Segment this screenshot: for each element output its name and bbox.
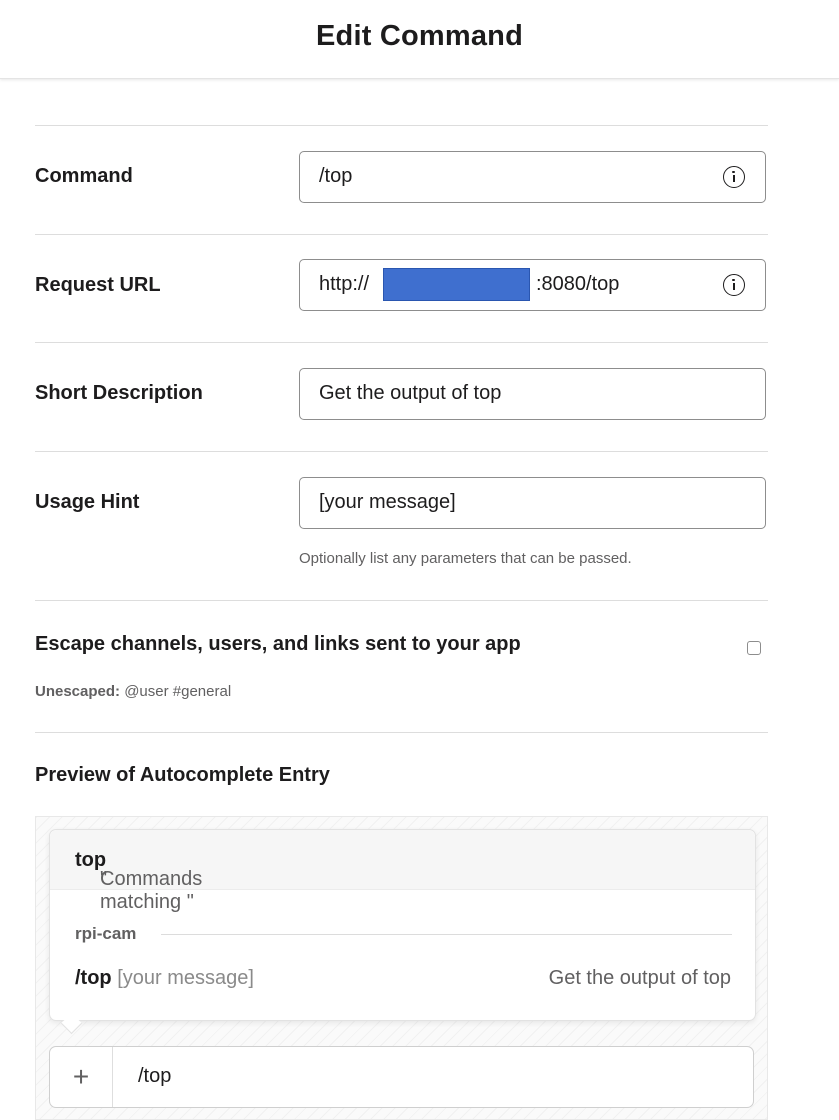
- usage-hint-label: Usage Hint: [35, 491, 140, 513]
- short-description-value: Get the output of top: [319, 382, 502, 404]
- request-url-label: Request URL: [35, 274, 161, 296]
- divider: [35, 342, 768, 343]
- escape-checkbox[interactable]: [747, 641, 761, 655]
- unescaped-value: @user #general: [120, 683, 232, 700]
- divider: [35, 234, 768, 235]
- composer-text: /top: [138, 1065, 172, 1087]
- autocomplete-command: /top: [75, 967, 112, 989]
- plus-icon[interactable]: +: [50, 1047, 113, 1107]
- page-header: Edit Command: [0, 0, 839, 79]
- request-url-suffix: :8080/top: [536, 273, 620, 295]
- message-composer[interactable]: + /top: [49, 1046, 754, 1108]
- usage-hint-value: [your message]: [319, 491, 456, 513]
- escape-label: Escape channels, users, and links sent t…: [35, 633, 521, 655]
- info-icon[interactable]: [723, 274, 745, 296]
- page-title: Edit Command: [315, 20, 523, 52]
- divider: [35, 600, 768, 601]
- autocomplete-description: Get the output of top: [548, 967, 731, 989]
- autocomplete-header: Commands matching " top ": [50, 830, 755, 913]
- unescaped-label: Unescaped:: [35, 683, 121, 700]
- divider: [35, 732, 768, 733]
- autocomplete-item[interactable]: /top [your message]: [75, 967, 254, 990]
- unescaped-example: Unescaped: @user #general: [35, 683, 231, 700]
- autocomplete-popup: Commands matching " top " rpi-cam /top [yo…: [49, 829, 756, 1021]
- divider: [35, 125, 768, 126]
- info-icon[interactable]: [723, 166, 745, 188]
- matching-text: Commands matching " top ": [75, 849, 202, 913]
- preview-title: Preview of Autocomplete Entry: [35, 764, 330, 786]
- request-url-field[interactable]: http:// :8080/top: [299, 259, 766, 311]
- divider: [35, 451, 768, 452]
- autocomplete-preview: Commands matching " top " rpi-cam /top [yo…: [35, 816, 768, 1120]
- command-value: /top: [319, 165, 353, 187]
- redacted-host-block: [383, 268, 530, 301]
- short-description-field[interactable]: Get the output of top: [299, 368, 766, 420]
- request-url-prefix: http://: [319, 273, 370, 295]
- usage-hint-field[interactable]: [your message]: [299, 477, 766, 529]
- command-field[interactable]: /top: [299, 151, 766, 203]
- app-separator: [161, 934, 732, 935]
- app-name: rpi-cam: [75, 924, 137, 943]
- matching-suffix: ": [100, 868, 108, 890]
- command-label: Command: [35, 165, 133, 187]
- autocomplete-hint: [your message]: [111, 967, 254, 989]
- usage-hint-help: Optionally list any parameters that can …: [299, 550, 632, 567]
- short-description-label: Short Description: [35, 382, 203, 404]
- matching-prefix: Commands matching ": [100, 868, 203, 913]
